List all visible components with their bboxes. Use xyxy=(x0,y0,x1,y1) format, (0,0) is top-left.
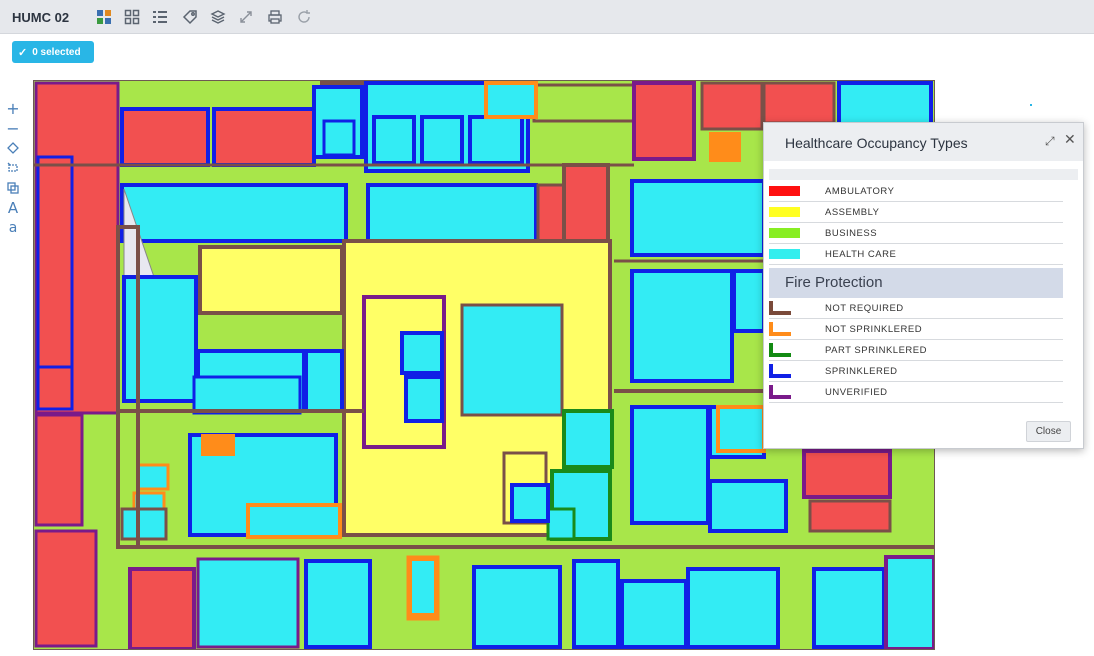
line-swatch xyxy=(769,343,791,357)
legend-title: Healthcare Occupancy Types xyxy=(785,135,968,151)
legend-panel: Healthcare Occupancy Types ⤢ ✕ AMBULATOR… xyxy=(763,122,1084,449)
legend-item-health-care: HEALTH CARE xyxy=(769,244,1063,265)
legend-item-unverified: UNVERIFIED xyxy=(769,382,1063,403)
legend-item-assembly: ASSEMBLY xyxy=(769,202,1063,223)
toolbar: HUMC 02 xyxy=(0,0,1094,34)
legend-item-business: BUSINESS xyxy=(769,223,1063,244)
legend-strip xyxy=(769,169,1078,180)
print-icon[interactable] xyxy=(266,8,284,26)
swatch xyxy=(769,228,800,238)
zoom-in-button[interactable]: + xyxy=(4,99,22,118)
line-swatch xyxy=(769,322,791,336)
line-swatch xyxy=(769,301,791,315)
swatch xyxy=(769,249,800,259)
pan-icon[interactable] xyxy=(4,139,22,157)
line-swatch xyxy=(769,385,791,399)
swatch xyxy=(769,207,800,217)
expand-icon[interactable]: ⤢ xyxy=(1045,134,1055,149)
selection-label: 0 selected xyxy=(32,46,81,58)
close-icon[interactable]: ✕ xyxy=(1064,132,1076,148)
swatch xyxy=(769,186,800,196)
line-swatch xyxy=(769,364,791,378)
legend-item-part-sprinklered: PART SPRINKLERED xyxy=(769,340,1063,361)
layers-icon[interactable] xyxy=(209,8,227,26)
zoom-out-button[interactable]: − xyxy=(4,119,22,138)
legend-item-not-required: NOT REQUIRED xyxy=(769,298,1063,319)
text-large-button[interactable]: A xyxy=(4,199,22,217)
floorplan-color-icon[interactable] xyxy=(95,8,113,26)
grid-icon[interactable] xyxy=(123,8,141,26)
refresh-icon[interactable] xyxy=(295,8,313,26)
cursor-dot xyxy=(1030,104,1032,106)
text-small-button[interactable]: a xyxy=(4,219,22,237)
check-icon: ✓ xyxy=(18,46,28,59)
legend-item-sprinklered: SPRINKLERED xyxy=(769,361,1063,382)
legend-item-not-sprinklered: NOT SPRINKLERED xyxy=(769,319,1063,340)
legend-header: Healthcare Occupancy Types ⤢ ✕ xyxy=(764,123,1083,161)
fire-protection-heading: Fire Protection xyxy=(769,268,1063,298)
expand-icon[interactable] xyxy=(237,8,255,26)
selection-badge[interactable]: ✓ 0 selected xyxy=(12,41,94,63)
select-area-icon[interactable] xyxy=(4,159,22,177)
legend-item-ambulatory: AMBULATORY xyxy=(769,181,1063,202)
close-button[interactable]: Close xyxy=(1026,421,1071,442)
floor-title: HUMC 02 xyxy=(12,10,70,25)
list-icon[interactable] xyxy=(151,8,169,26)
layer-copy-icon[interactable] xyxy=(4,179,22,197)
tag-icon[interactable] xyxy=(181,8,199,26)
